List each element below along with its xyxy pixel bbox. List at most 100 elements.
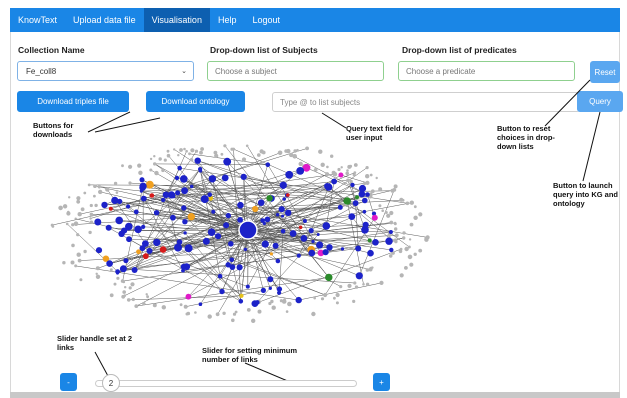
graph-node[interactable] <box>393 222 397 226</box>
graph-node[interactable] <box>355 195 359 200</box>
graph-node[interactable] <box>223 144 227 148</box>
graph-node[interactable] <box>264 216 271 223</box>
graph-node[interactable] <box>185 293 192 300</box>
horizontal-scrollbar[interactable] <box>10 392 620 398</box>
graph-node[interactable] <box>76 196 81 201</box>
graph-node[interactable] <box>371 214 378 221</box>
graph-node[interactable] <box>349 164 353 168</box>
slider-handle[interactable]: 2 <box>102 374 120 392</box>
graph-node[interactable] <box>277 290 282 295</box>
graph-node[interactable] <box>130 282 135 287</box>
graph-node[interactable] <box>293 149 297 153</box>
graph-node[interactable] <box>137 163 142 168</box>
graph-node[interactable] <box>121 164 124 168</box>
graph-node[interactable] <box>109 293 114 298</box>
graph-node[interactable] <box>326 244 333 251</box>
graph-node[interactable] <box>98 189 103 195</box>
graph-node[interactable] <box>252 205 259 213</box>
graph-node[interactable] <box>353 163 358 167</box>
graph-node[interactable] <box>187 213 195 221</box>
graph-node[interactable] <box>145 180 154 189</box>
graph-node[interactable] <box>408 238 412 241</box>
graph-node[interactable] <box>89 212 94 217</box>
graph-node[interactable] <box>409 222 414 227</box>
graph-node[interactable] <box>133 209 139 215</box>
graph-node[interactable] <box>389 247 394 253</box>
graph-node[interactable] <box>269 252 273 256</box>
graph-node[interactable] <box>220 152 224 156</box>
graph-node[interactable] <box>223 222 230 229</box>
graph-node[interactable] <box>413 205 417 209</box>
graph-node[interactable] <box>381 209 385 212</box>
graph-node[interactable] <box>281 214 285 218</box>
graph-node[interactable] <box>126 236 132 243</box>
graph-node[interactable] <box>320 162 325 167</box>
graph-node[interactable] <box>183 231 187 235</box>
graph-node[interactable] <box>405 201 410 206</box>
graph-node[interactable] <box>361 229 366 234</box>
graph-node[interactable] <box>362 221 369 228</box>
graph-node[interactable] <box>207 192 212 197</box>
graph-node[interactable] <box>152 303 157 308</box>
graph-node[interactable] <box>322 222 331 230</box>
graph-node[interactable] <box>413 252 417 256</box>
graph-node[interactable] <box>302 219 307 223</box>
graph-node[interactable] <box>345 171 350 176</box>
graph-node[interactable] <box>268 301 272 306</box>
graph-node[interactable] <box>139 177 145 183</box>
graph-node[interactable] <box>277 150 283 156</box>
graph-node[interactable] <box>340 247 345 251</box>
graph-node[interactable] <box>106 260 113 267</box>
graph-node[interactable] <box>80 207 85 212</box>
graph-node[interactable] <box>221 174 229 182</box>
graph-node[interactable] <box>94 218 102 226</box>
graph-node[interactable] <box>350 182 355 188</box>
graph-node[interactable] <box>272 242 279 249</box>
graph-node[interactable] <box>335 292 340 298</box>
graph-node[interactable] <box>325 273 333 282</box>
graph-node[interactable] <box>113 181 118 186</box>
graph-node[interactable] <box>194 149 199 153</box>
graph-node[interactable] <box>251 318 256 323</box>
graph-node[interactable] <box>323 292 328 298</box>
graph-node[interactable] <box>225 262 231 268</box>
graph-node[interactable] <box>260 218 265 223</box>
graph-node[interactable] <box>369 266 373 271</box>
graph-node[interactable] <box>120 279 125 283</box>
graph-node[interactable] <box>149 157 153 161</box>
graph-node[interactable] <box>68 196 71 199</box>
graph-node[interactable] <box>116 276 120 280</box>
graph-node[interactable] <box>126 298 131 302</box>
graph-node[interactable] <box>362 283 365 286</box>
graph-node[interactable] <box>289 152 294 158</box>
graph-node[interactable] <box>386 213 391 218</box>
graph-node[interactable] <box>346 178 350 182</box>
graph-node[interactable] <box>65 222 69 226</box>
graph-node[interactable] <box>161 305 166 310</box>
graph-node[interactable] <box>161 197 166 203</box>
graph-node[interactable] <box>409 262 414 267</box>
graph-node[interactable] <box>281 185 286 189</box>
graph-node[interactable] <box>108 206 113 211</box>
graph-node[interactable] <box>308 249 316 257</box>
graph-node[interactable] <box>95 266 100 271</box>
graph-node[interactable] <box>393 238 398 243</box>
graph-node[interactable] <box>109 268 113 272</box>
graph-node[interactable] <box>213 150 218 155</box>
graph-node[interactable] <box>404 266 408 270</box>
graph-node[interactable] <box>413 215 418 220</box>
graph-node[interactable] <box>280 228 286 234</box>
graph-node[interactable] <box>289 230 297 237</box>
graph-node[interactable] <box>362 197 368 204</box>
graph-node[interactable] <box>367 238 372 243</box>
graph-node[interactable] <box>372 239 379 246</box>
graph-node[interactable] <box>153 238 161 247</box>
graph-node[interactable] <box>184 244 193 253</box>
graph-node[interactable] <box>136 249 141 255</box>
graph-node[interactable] <box>200 195 209 204</box>
graph-node[interactable] <box>240 173 247 180</box>
graph-node[interactable] <box>131 267 138 273</box>
graph-node[interactable] <box>230 147 234 151</box>
graph-node[interactable] <box>266 195 273 202</box>
graph-node[interactable] <box>278 206 285 213</box>
